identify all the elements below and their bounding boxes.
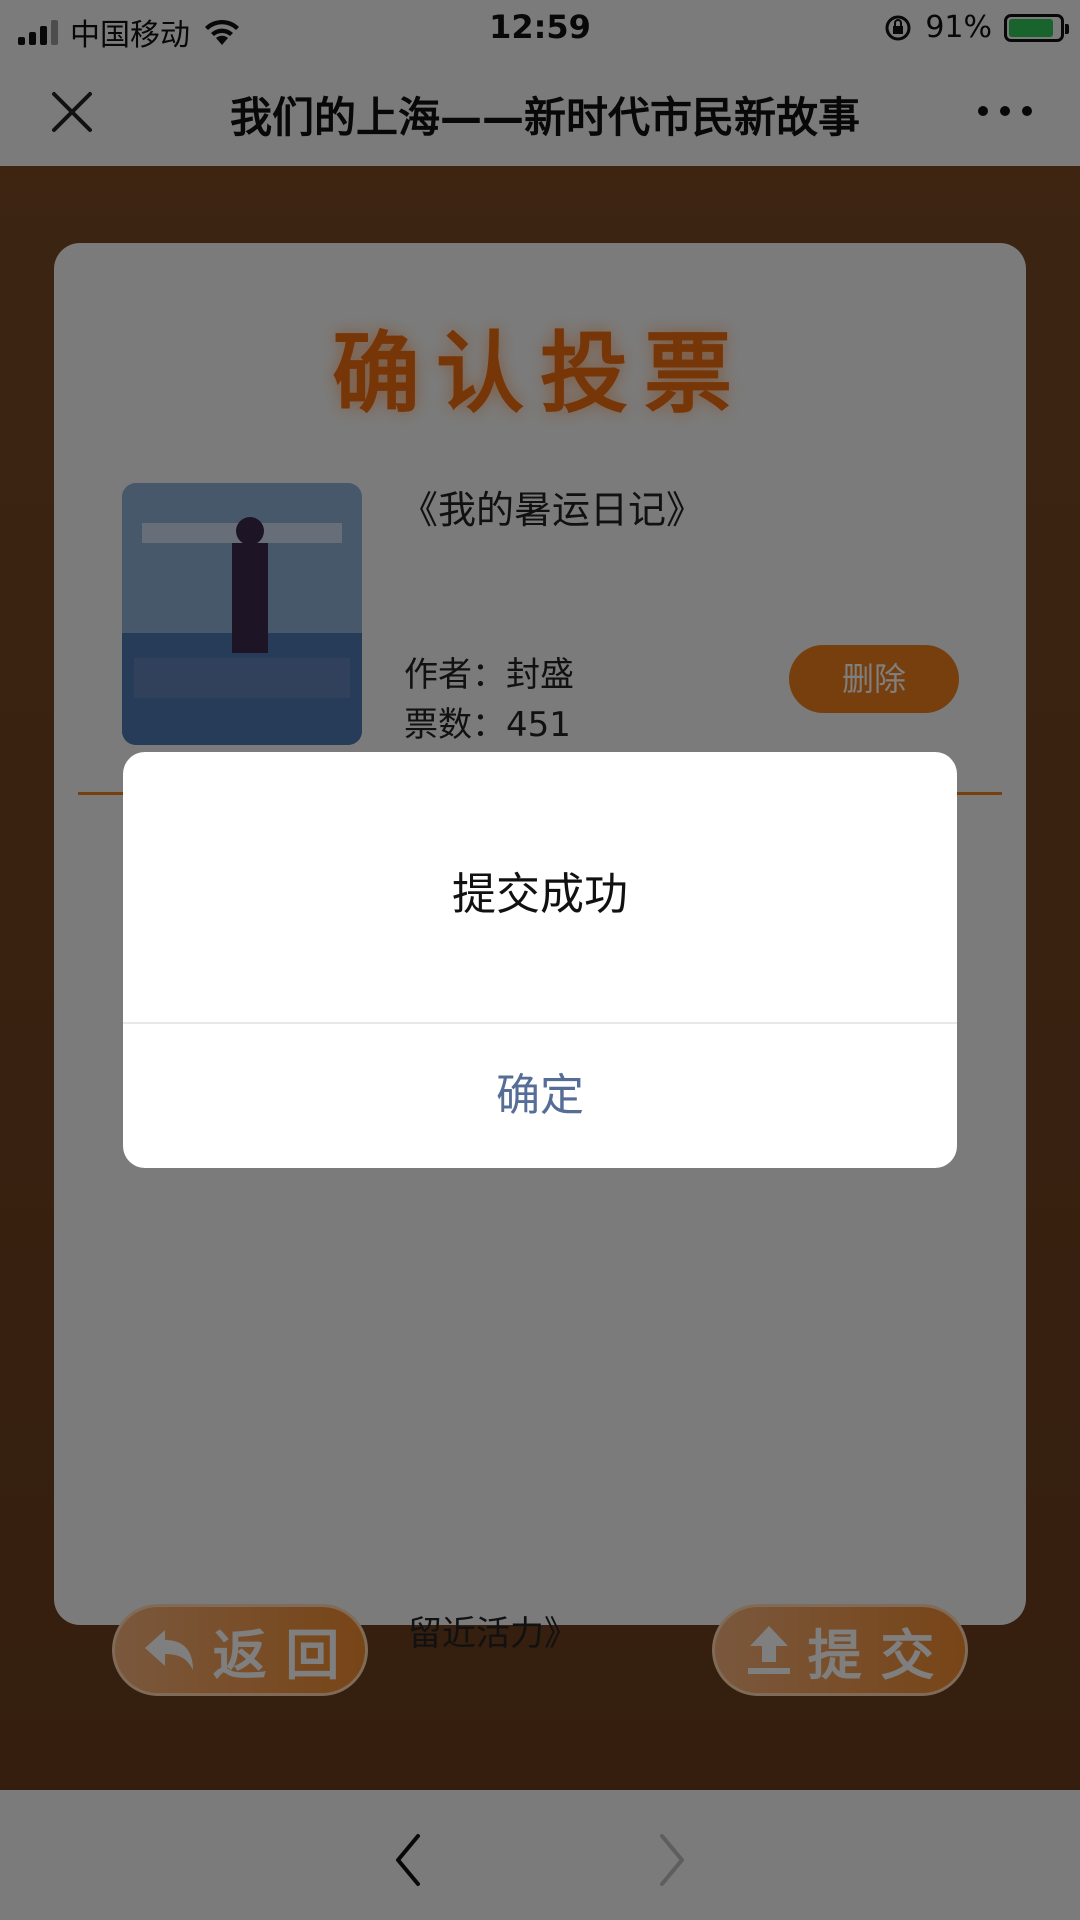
confirm-button[interactable]: 确定 [123,1024,957,1168]
dialog-message: 提交成功 [452,869,628,920]
success-dialog: 提交成功 确定 [123,752,957,1168]
